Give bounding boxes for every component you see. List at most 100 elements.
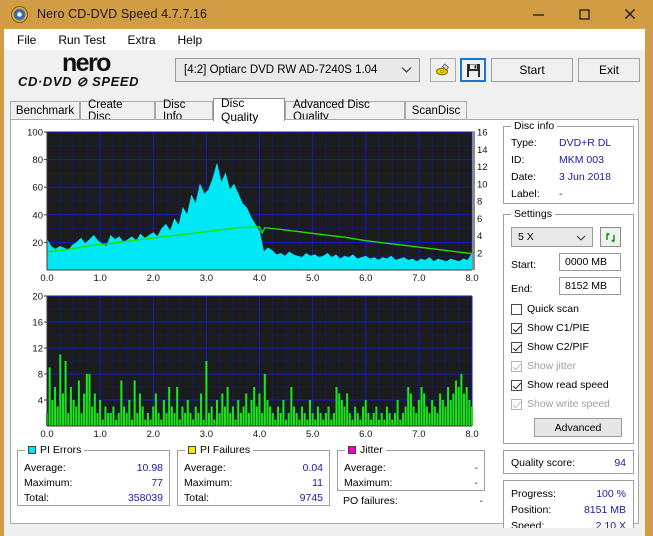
quick-scan-box (511, 303, 522, 315)
tab-create-disc[interactable]: Create Disc (80, 99, 155, 123)
checkbox-show-c1-pie[interactable]: Show C1/PIE (511, 322, 589, 334)
show-read-speed-box (511, 379, 522, 391)
start-address-label: Start: (511, 259, 537, 271)
pi-errors-average-label: Average: (24, 462, 66, 474)
jitter-maximum-value: - (474, 477, 479, 489)
pi-failures-legend-label: PI Failures (200, 444, 251, 456)
start-address-input[interactable]: 0000 MB (559, 253, 621, 271)
tab-scandisc[interactable]: ScanDisc (405, 101, 467, 120)
tab-disc-quality[interactable]: Disc Quality (213, 96, 285, 124)
checkbox-show-read-speed[interactable]: Show read speed (511, 379, 609, 391)
checkbox-show-write-speed: Show write speed (511, 398, 610, 410)
show-jitter-label: Show jitter (527, 360, 577, 372)
jitter-legend-label: Jitter (360, 444, 383, 456)
drive-selector[interactable]: [4:2] Optiarc DVD RW AD-7240S 1.04 (175, 58, 420, 82)
disc-type-label: Type: (511, 137, 537, 149)
quick-scan-label: Quick scan (527, 303, 579, 315)
tab-benchmark[interactable]: Benchmark (10, 101, 80, 120)
svg-text:3.0: 3.0 (200, 273, 213, 284)
maximize-button[interactable] (561, 0, 607, 28)
pi-errors-swatch (28, 446, 36, 454)
start-address-value: 0000 MB (565, 256, 608, 268)
jitter-legend: Jitter (345, 444, 386, 456)
svg-text:100: 100 (27, 128, 43, 139)
drive-selector-value: [4:2] Optiarc DVD RW AD-7240S 1.04 (184, 64, 378, 76)
position-label: Position: (511, 504, 552, 516)
progress-value: 100 % (596, 488, 626, 500)
show-jitter-box (511, 360, 522, 372)
nero-subtitle: CD·DVD ⊘ SPEED (18, 74, 140, 89)
progress-label: Progress: (511, 488, 556, 500)
menu-help[interactable]: Help (169, 31, 212, 49)
svg-text:8: 8 (477, 197, 482, 208)
pi-errors-maximum-value: 77 (151, 477, 163, 489)
show-write-speed-label: Show write speed (527, 398, 610, 410)
pi-failures-stats: PI Failures Average: 0.04 Maximum: 11 To… (177, 444, 330, 506)
tab-advanced-disc-quality[interactable]: Advanced Disc Quality (285, 99, 405, 123)
svg-text:4: 4 (477, 231, 482, 242)
eject-disc-icon (436, 63, 450, 76)
pi-failures-legend: PI Failures (185, 444, 254, 456)
window-controls (515, 0, 653, 28)
save-button[interactable] (460, 58, 486, 82)
svg-text:16: 16 (32, 318, 43, 329)
svg-text:1.0: 1.0 (94, 273, 107, 284)
po-failures-label: PO failures: (343, 495, 398, 507)
application-window: Nero CD-DVD Speed 4.7.7.16 File Run Test… (0, 0, 653, 536)
pi-errors-total-value: 358039 (127, 492, 163, 504)
svg-text:20: 20 (32, 292, 43, 303)
eject-disc-button[interactable] (430, 58, 456, 82)
title-bar: Nero CD-DVD Speed 4.7.7.16 (0, 0, 653, 28)
pi-failures-average-label: Average: (184, 462, 226, 474)
exit-button[interactable]: Exit (578, 58, 640, 82)
svg-text:60: 60 (32, 183, 43, 194)
jitter-swatch (348, 446, 356, 454)
disc-label-value: - (559, 188, 563, 200)
quality-score-group: Quality score: 94 (503, 450, 634, 474)
cd-disc-icon (11, 5, 28, 23)
menu-file[interactable]: File (8, 31, 45, 49)
toolbar: nero CD·DVD ⊘ SPEED [4:2] Optiarc DVD RW… (4, 49, 645, 96)
pi-failures-total-value: 9745 (299, 492, 323, 504)
quality-score-value: 94 (614, 457, 626, 469)
svg-text:6: 6 (477, 214, 482, 225)
pi-errors-stats: PI Errors Average: 10.98 Maximum: 77 Tot… (17, 444, 170, 506)
checkbox-show-c2-pif[interactable]: Show C2/PIF (511, 341, 589, 353)
disc-date-value: 3 Jun 2018 (559, 171, 611, 183)
menu-run-test[interactable]: Run Test (49, 31, 114, 49)
pi-failures-maximum-label: Maximum: (184, 477, 233, 489)
po-failures-value: - (479, 495, 484, 507)
settings-group: Settings 5 X Start: 0000 MB End: 8152 MB… (503, 208, 634, 444)
refresh-button[interactable] (600, 227, 621, 247)
svg-text:40: 40 (32, 210, 43, 221)
end-address-value: 8152 MB (565, 280, 608, 292)
close-button[interactable] (607, 0, 653, 28)
start-button[interactable]: Start (491, 58, 573, 82)
svg-text:5.0: 5.0 (306, 273, 319, 284)
checkbox-quick-scan[interactable]: Quick scan (511, 303, 579, 315)
tab-disc-info[interactable]: Disc Info (155, 99, 213, 123)
chevron-down-icon (576, 235, 586, 241)
pi-errors-maximum-label: Maximum: (24, 477, 73, 489)
minimize-button[interactable] (515, 0, 561, 28)
svg-text:10: 10 (477, 179, 488, 190)
position-value: 8151 MB (583, 504, 626, 516)
svg-text:80: 80 (32, 155, 43, 166)
advanced-button[interactable]: Advanced (534, 418, 622, 437)
refresh-icon (606, 231, 615, 243)
progress-group: Progress: 100 % Position: 8151 MB Speed:… (503, 480, 634, 528)
svg-text:2: 2 (477, 248, 482, 259)
end-address-input[interactable]: 8152 MB (559, 277, 621, 295)
menu-extra[interactable]: Extra (118, 31, 164, 49)
show-read-speed-label: Show read speed (527, 379, 609, 391)
speed-selector[interactable]: 5 X (511, 227, 593, 247)
status-bar (4, 528, 645, 536)
svg-text:8.0: 8.0 (465, 273, 478, 284)
speed-label: Speed: (511, 520, 545, 528)
disc-id-value: MKM 003 (559, 154, 604, 166)
disc-date-label: Date: (511, 171, 537, 183)
pi-errors-legend-label: PI Errors (40, 444, 82, 456)
pi-failures-chart: 4 8 12 16 20 0.0 1.0 2.0 3.0 4.0 5.0 6.0 7.0 8.0 (32, 292, 478, 441)
jitter-maximum-label: Maximum: (344, 477, 393, 489)
svg-text:4: 4 (38, 396, 43, 407)
